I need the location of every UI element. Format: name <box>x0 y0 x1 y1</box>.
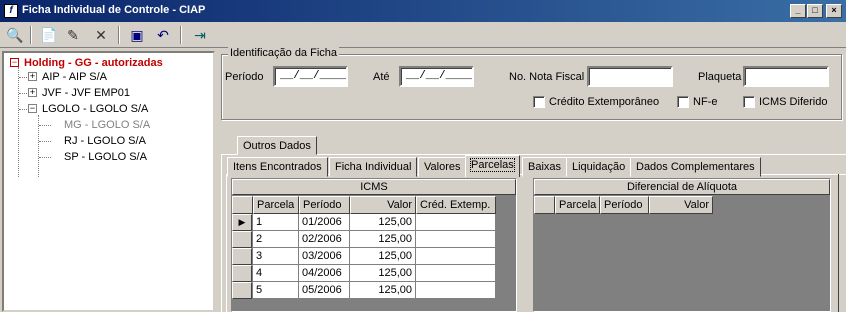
tree-item-label: MG - LGOLO S/A <box>64 119 151 131</box>
nfe-label: NF-e <box>693 96 718 108</box>
tab-itens-encontrados[interactable]: Itens Encontrados <box>227 157 328 177</box>
row-indicator <box>232 231 252 248</box>
window-title: Ficha Individual de Controle - CIAP <box>22 4 206 16</box>
cell-parcela[interactable]: 2 <box>253 231 299 248</box>
cell-periodo[interactable]: 05/2006 <box>299 282 350 299</box>
tree-item-label: LGOLO - LGOLO S/A <box>42 103 149 115</box>
toolbar: 🔍 📄 ✎ ✕ ▣ ↶ ⇥ <box>0 22 846 48</box>
difal-grid-title: Diferencial de Alíquota <box>534 179 830 195</box>
icms-diferido-label: ICMS Diferido <box>759 96 828 108</box>
ate-input[interactable]: __/__/____ <box>399 66 474 87</box>
row-indicator <box>232 265 252 282</box>
difal-grid[interactable]: Diferencial de Alíquota Parcela Período … <box>533 178 831 312</box>
edit-icon[interactable]: ✎ <box>62 25 84 45</box>
delete-icon[interactable]: ✕ <box>90 25 112 45</box>
new-icon[interactable]: 📄 <box>38 25 60 45</box>
toolbar-separator <box>118 26 120 44</box>
expand-icon[interactable]: + <box>28 88 37 97</box>
nota-fiscal-input[interactable] <box>587 66 673 87</box>
cell-valor[interactable]: 125,00 <box>350 231 416 248</box>
cell-parcela[interactable]: 1 <box>253 214 299 231</box>
cell-cred-extemp[interactable] <box>416 282 496 299</box>
cell-parcela[interactable]: 3 <box>253 248 299 265</box>
cell-periodo[interactable]: 04/2006 <box>299 265 350 282</box>
credito-extemporaneo-label: Crédito Extemporâneo <box>549 96 660 108</box>
tree-item-mg[interactable]: MG - LGOLO S/A <box>64 117 150 133</box>
cell-periodo[interactable]: 01/2006 <box>299 214 350 231</box>
tree-item-label: AIP - AIP S/A <box>42 71 108 83</box>
tree-item-label: JVF - JVF EMP01 <box>42 87 131 99</box>
exit-icon[interactable]: ⇥ <box>189 25 211 45</box>
tab-liquidacao[interactable]: Liquidação <box>566 157 632 177</box>
minimize-button[interactable]: _ <box>790 4 806 18</box>
collapse-icon[interactable]: − <box>28 104 37 113</box>
row-indicator-header <box>534 196 555 214</box>
expand-icon[interactable]: + <box>28 72 37 81</box>
tab-valores[interactable]: Valores <box>418 157 467 177</box>
cell-cred-extemp[interactable] <box>416 214 496 231</box>
cell-cred-extemp[interactable] <box>416 231 496 248</box>
binoculars-icon[interactable]: 🔍 <box>4 25 26 45</box>
nota-fiscal-label: No. Nota Fiscal <box>509 71 585 83</box>
tree-item-sp[interactable]: SP - LGOLO S/A <box>64 149 147 165</box>
cell-periodo[interactable]: 03/2006 <box>299 248 350 265</box>
tab-baixas[interactable]: Baixas <box>522 157 568 177</box>
toolbar-separator <box>30 26 32 44</box>
tab-dados-complementares[interactable]: Dados Complementares <box>630 157 761 177</box>
title-bar: f Ficha Individual de Controle - CIAP _ … <box>0 0 846 22</box>
col-valor[interactable]: Valor <box>350 196 416 214</box>
cell-cred-extemp[interactable] <box>416 248 496 265</box>
row-indicator <box>232 248 252 265</box>
credito-extemporaneo-checkbox[interactable] <box>533 96 545 108</box>
undo-icon[interactable]: ↶ <box>152 25 174 45</box>
save-icon[interactable]: ▣ <box>126 25 148 45</box>
cell-valor[interactable]: 125,00 <box>350 265 416 282</box>
cell-valor[interactable]: 125,00 <box>350 214 416 231</box>
cell-parcela[interactable]: 5 <box>253 282 299 299</box>
row-indicator-header <box>232 196 253 214</box>
tab-parcelas[interactable]: Parcelas <box>465 155 520 177</box>
icms-grid[interactable]: ICMS Parcela Período Valor Créd. Extemp.… <box>231 178 517 312</box>
col-parcela[interactable]: Parcela <box>555 196 600 214</box>
current-row-indicator: ▶ <box>232 214 252 231</box>
col-valor[interactable]: Valor <box>649 196 713 214</box>
tree-item-label: RJ - LGOLO S/A <box>64 135 146 147</box>
tab-ficha-individual[interactable]: Ficha Individual <box>329 157 418 177</box>
cell-valor[interactable]: 125,00 <box>350 248 416 265</box>
plaqueta-label: Plaqueta <box>698 71 742 83</box>
tree-item-rj[interactable]: RJ - LGOLO S/A <box>64 133 146 149</box>
tree-item-label: SP - LGOLO S/A <box>64 151 147 163</box>
periodo-label: Período <box>225 71 264 83</box>
app-icon: f <box>4 4 18 18</box>
cell-periodo[interactable]: 02/2006 <box>299 231 350 248</box>
col-periodo[interactable]: Período <box>600 196 649 214</box>
panel-border <box>838 174 839 312</box>
plaqueta-input[interactable] <box>743 66 829 87</box>
close-button[interactable]: × <box>826 4 842 18</box>
toolbar-separator <box>180 26 182 44</box>
collapse-icon[interactable]: − <box>10 58 19 67</box>
company-tree[interactable]: − Holding - GG - autorizadas + AIP - AIP… <box>2 51 215 312</box>
cell-cred-extemp[interactable] <box>416 265 496 282</box>
row-indicator <box>232 282 252 299</box>
periodo-input[interactable]: __/__/____ <box>273 66 348 87</box>
col-cred-extemp[interactable]: Créd. Extemp. <box>416 196 496 214</box>
nfe-checkbox[interactable] <box>677 96 689 108</box>
cell-parcela[interactable]: 4 <box>253 265 299 282</box>
identificacao-group: Identificação da Ficha Período __/__/___… <box>221 47 842 120</box>
group-title: Identificação da Ficha <box>228 47 340 59</box>
icms-diferido-checkbox[interactable] <box>743 96 755 108</box>
cell-valor[interactable]: 125,00 <box>350 282 416 299</box>
maximize-button[interactable]: □ <box>807 4 823 18</box>
tab-parcelas-label: Parcelas <box>470 158 515 172</box>
icms-grid-title: ICMS <box>232 179 516 195</box>
col-parcela[interactable]: Parcela <box>253 196 299 214</box>
tab-outros-dados[interactable]: Outros Dados <box>237 136 317 155</box>
ate-label: Até <box>373 71 390 83</box>
col-periodo[interactable]: Período <box>299 196 350 214</box>
